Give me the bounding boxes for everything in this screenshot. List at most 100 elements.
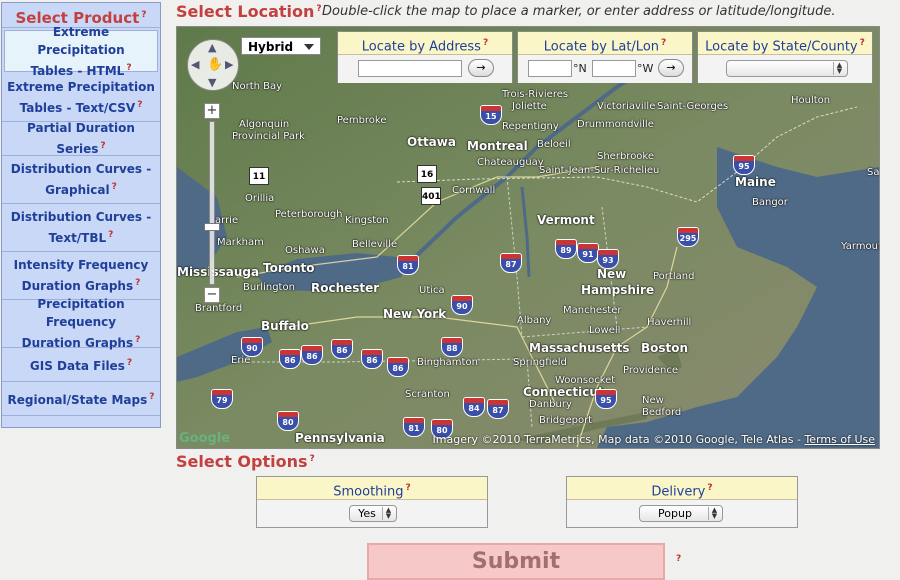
sidebar-item-line: GIS Data Files (29, 359, 125, 373)
help-icon[interactable]: ? (137, 100, 142, 110)
map-place-label: Drummondville (577, 119, 654, 130)
interstate-shield-icon: 90 (241, 337, 263, 357)
sidebar-item[interactable]: Distribution Curves - Text/TBL? (2, 204, 160, 252)
sidebar-item-label: GIS Data Files? (30, 354, 132, 375)
help-icon[interactable]: ? (108, 230, 113, 240)
submit-button[interactable]: Submit (367, 543, 665, 580)
help-icon[interactable]: ? (316, 4, 321, 14)
shield-number: 89 (560, 246, 572, 255)
map-place-label: Chateauguay (477, 157, 544, 168)
sidebar-item[interactable]: Precipitation Frequency Duration Graphs? (2, 297, 160, 350)
interstate-shield-icon: 86 (361, 349, 383, 369)
map-place-label: Belleville (352, 239, 398, 250)
state-county-select[interactable]: ▲ ▼ (726, 60, 848, 77)
lon-unit: °W (637, 62, 654, 75)
sidebar-item[interactable]: Distribution Curves - Graphical? (2, 156, 160, 204)
locate-address-header: Locate by Address? (338, 32, 512, 55)
interstate-shield-icon: 79 (211, 389, 233, 409)
shield-number: 86 (284, 356, 296, 365)
help-icon[interactable]: ? (141, 10, 146, 20)
latitude-input[interactable] (528, 60, 572, 77)
help-icon[interactable]: ? (135, 278, 140, 288)
help-icon[interactable]: ? (149, 392, 154, 402)
help-icon[interactable]: ? (406, 483, 411, 493)
map-place-label: North Bay (232, 81, 283, 92)
help-icon[interactable]: ? (310, 454, 315, 464)
map-place-label: Beloeil (537, 139, 571, 150)
latlon-go-button[interactable]: → (658, 59, 684, 77)
address-input[interactable] (358, 60, 462, 77)
sidebar-item[interactable]: GIS Data Files? (2, 348, 160, 382)
zoom-slider-track[interactable] (209, 121, 215, 285)
shield-number: 84 (468, 404, 480, 413)
help-icon[interactable]: ? (112, 182, 117, 192)
terms-of-use-link[interactable]: Terms of Use (804, 433, 875, 446)
select-options-title: Select Options (176, 452, 308, 471)
smoothing-header: Smoothing? (257, 477, 487, 500)
shield-number: 88 (446, 344, 458, 353)
shield-number: 87 (492, 406, 504, 415)
interstate-shield-icon: 86 (331, 339, 353, 359)
smoothing-select[interactable]: Yes ▲ ▼ (349, 505, 397, 522)
address-go-button[interactable]: → (468, 59, 494, 77)
sidebar-item[interactable]: Partial Duration Series? (2, 121, 160, 156)
zoom-in-button[interactable]: + (204, 103, 220, 119)
interstate-shield-icon: 87 (487, 399, 509, 419)
smoothing-value: Yes (358, 507, 376, 520)
shield-number: 95 (600, 396, 612, 405)
delivery-select[interactable]: Popup ▲ ▼ (639, 505, 723, 522)
attribution-text: Imagery ©2010 TerraMetrics, Map data ©20… (432, 433, 805, 446)
map-place-label: Toronto (263, 261, 315, 275)
sidebar-item[interactable]: Extreme Precipitation Tables - Text/CSV? (2, 74, 160, 122)
map-view[interactable]: North Bay Algonquin Provincial Park Pembrok… (176, 26, 880, 449)
shield-number: 90 (456, 302, 468, 311)
help-icon[interactable]: ? (661, 38, 666, 48)
pan-left-icon[interactable]: ◀ (191, 58, 199, 71)
help-icon[interactable]: ? (483, 38, 488, 48)
shield-number: 93 (602, 256, 614, 265)
map-place-label: Brantford (195, 303, 243, 314)
shield-number: 80 (282, 418, 294, 427)
pan-control[interactable]: ▲ ▼ ◀ ▶ ✋ (187, 39, 239, 91)
map-place-label: New (642, 395, 664, 406)
map-place-label: Houlton (791, 95, 831, 106)
map-place-label: Bridgeport (539, 415, 593, 426)
pan-up-icon[interactable]: ▲ (208, 41, 216, 54)
map-place-label: Rochester (311, 281, 380, 295)
interstate-shield-icon: 86 (387, 357, 409, 377)
chevron-down-icon (304, 44, 314, 50)
help-icon[interactable]: ? (707, 483, 712, 493)
help-icon[interactable]: ? (127, 358, 132, 368)
help-icon[interactable]: ? (860, 38, 865, 48)
map-place-label: Burlington (243, 282, 295, 293)
pan-down-icon[interactable]: ▼ (208, 76, 216, 89)
help-icon[interactable]: ? (676, 554, 681, 564)
pan-right-icon[interactable]: ▶ (225, 58, 233, 71)
sidebar-item-label: Distribution Curves - Graphical? (11, 160, 151, 199)
hand-icon[interactable]: ✋ (207, 57, 223, 72)
locate-state-title: Locate by State/County (705, 39, 858, 55)
interstate-shield-icon: 86 (301, 345, 323, 365)
help-icon[interactable]: ? (135, 335, 140, 345)
shield-number: 91 (582, 250, 594, 259)
map-place-label: Lowell (589, 325, 621, 336)
sidebar-item[interactable]: Regional/State Maps? (2, 382, 160, 416)
updown-arrows-icon: ▲ ▼ (382, 507, 394, 520)
sidebar-item-label: Extreme Precipitation Tables - Text/CSV? (7, 78, 155, 117)
longitude-input[interactable] (592, 60, 636, 77)
map-place-label: Oshawa (285, 245, 325, 256)
map-type-dropdown[interactable]: Hybrid (241, 37, 321, 55)
locate-latlon-panel: Locate by Lat/Lon? °N °W → (517, 31, 693, 83)
interstate-shield-icon: 90 (451, 295, 473, 315)
zoom-slider-handle[interactable] (204, 223, 220, 231)
help-icon[interactable]: ? (126, 63, 131, 73)
sidebar-item[interactable]: Extreme Precipitation Tables - HTML? (4, 25, 158, 78)
interstate-shield-icon: 95 (733, 155, 755, 175)
zoom-out-button[interactable]: − (204, 287, 220, 303)
sidebar-item[interactable]: Intensity Frequency Duration Graphs? (2, 252, 160, 300)
interstate-shield-icon: 81 (397, 255, 419, 275)
map-place-label: Connecticut (523, 385, 604, 399)
map-place-label: Orillia (245, 193, 275, 204)
sidebar-item-line: Distribution Curves - (10, 210, 152, 224)
help-icon[interactable]: ? (100, 141, 105, 151)
